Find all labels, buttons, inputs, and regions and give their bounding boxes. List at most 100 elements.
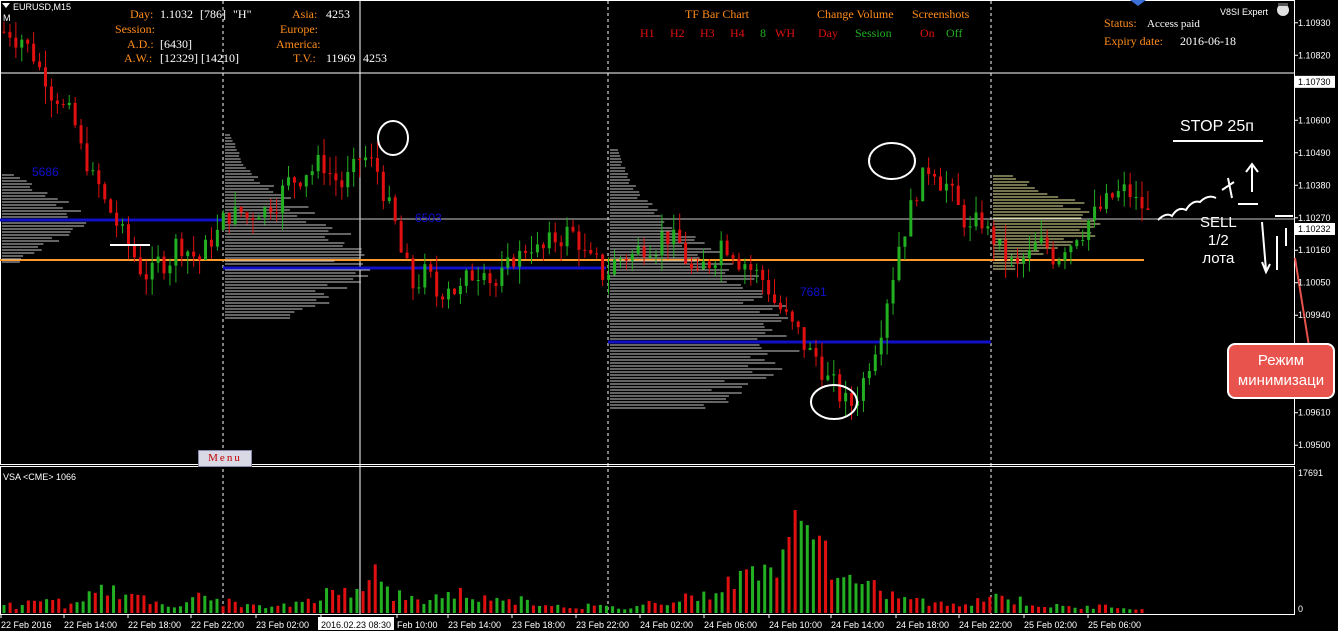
- ad-label: A.D.:: [127, 37, 154, 51]
- tf-wh[interactable]: WH: [775, 26, 795, 40]
- price-tick-label: 1.10160: [1298, 245, 1331, 255]
- volume-bar: [20, 605, 24, 613]
- day-count: [786]: [200, 7, 226, 21]
- volume-bar: [483, 595, 487, 613]
- volume-bar: [1067, 606, 1071, 613]
- chart-canvas[interactable]: 5686 6503 7681 1.10930 1.10820 1.10730 1.10…: [0, 0, 1338, 631]
- volume-bar: [318, 600, 322, 613]
- volume-bar: [1030, 605, 1034, 613]
- volume-bar: [379, 581, 383, 613]
- volume-bar: [525, 599, 529, 613]
- volume-bar: [112, 585, 116, 613]
- volume-bar: [264, 608, 268, 613]
- volume-bar: [233, 601, 237, 613]
- ss-off[interactable]: Off: [946, 26, 962, 40]
- day-flag: "H": [233, 7, 252, 21]
- tf-8[interactable]: 8: [760, 26, 766, 40]
- volume-bar: [732, 589, 736, 613]
- volume-bar: [1018, 596, 1022, 613]
- time-tick-label: 23 Feb 14:00: [448, 620, 501, 630]
- volume-bar: [51, 599, 55, 613]
- cv-day[interactable]: Day: [818, 26, 838, 40]
- ss-on[interactable]: On: [920, 26, 935, 40]
- symbol-sub: M: [3, 13, 11, 23]
- volume-bar: [726, 576, 730, 613]
- volume-bar: [398, 590, 402, 613]
- volume-bar: [671, 602, 675, 613]
- volume-bar: [197, 592, 201, 613]
- price-tick-label: 1.10270: [1298, 213, 1331, 223]
- price-tick: 1.10820: [1294, 50, 1331, 60]
- price-tick-label: 1.10930: [1298, 18, 1331, 28]
- tf-h3[interactable]: H3: [700, 26, 715, 40]
- volume-bar: [391, 600, 395, 613]
- volume-bar: [306, 598, 310, 613]
- volume-bar: [647, 600, 651, 613]
- volume-bar: [830, 579, 834, 613]
- volume-bar: [550, 605, 554, 613]
- volume-bar: [14, 609, 18, 613]
- day-label: Day:: [130, 7, 153, 21]
- time-tick-label: 22 Feb 22:00: [191, 620, 244, 630]
- sell-annotation: SELL 1/2 лота: [1200, 214, 1237, 268]
- volume-bar: [611, 606, 615, 613]
- time-tick-label: 23 Feb 02:00: [256, 620, 309, 630]
- tf-h1[interactable]: H1: [640, 26, 655, 40]
- sell-line-3: лота: [1202, 250, 1235, 267]
- volume-bar: [744, 569, 748, 613]
- aw-value: [12329] [14210]: [160, 51, 239, 65]
- status-value: Access paid: [1147, 18, 1200, 30]
- volume-bar: [148, 604, 152, 613]
- volume-bar: [872, 580, 876, 613]
- volume-bar: [1012, 604, 1016, 613]
- volume-bar: [282, 603, 286, 613]
- volume-bar: [574, 608, 578, 613]
- cv-session[interactable]: Session: [855, 26, 892, 40]
- price-tick: 1.10730: [1294, 75, 1335, 88]
- volume-bar: [239, 607, 243, 613]
- volume-axis-max: 17691: [1298, 468, 1323, 478]
- time-tick-label: 24 Feb 10:00: [769, 620, 822, 630]
- volume-bar: [178, 606, 182, 613]
- tf-h4[interactable]: H4: [730, 26, 745, 40]
- volume-bar: [221, 606, 225, 613]
- volume-bar: [93, 592, 97, 613]
- volume-bar: [592, 605, 596, 613]
- volume-axis-min: 0: [1298, 604, 1303, 614]
- volume-bar: [1037, 606, 1041, 613]
- volume-bar: [39, 601, 43, 613]
- menu-button[interactable]: Menu: [198, 450, 252, 467]
- volume-bar: [769, 567, 773, 613]
- volume-bar: [1085, 605, 1089, 613]
- expert-hat-icon: [1277, 3, 1289, 16]
- volume-bar: [708, 599, 712, 613]
- profile-label-c: 7681: [800, 285, 827, 299]
- volume-panel-title: VSA <CME> 1066: [3, 472, 76, 482]
- volume-bar: [215, 598, 219, 613]
- volume-bar: [465, 597, 469, 613]
- stop-annotation: STOP 25п: [1180, 118, 1254, 135]
- price-tick-label: 1.10730: [1298, 77, 1331, 87]
- volume-bar: [641, 604, 645, 613]
- volume-bar: [2, 605, 6, 613]
- volume-bar: [702, 591, 706, 613]
- volume-bar: [288, 606, 292, 613]
- volume-bar: [1043, 607, 1047, 613]
- volume-bar: [568, 608, 572, 613]
- volume-bar: [544, 605, 548, 613]
- volume-bar: [757, 580, 761, 613]
- tf-h2[interactable]: H2: [670, 26, 685, 40]
- volume-bar: [337, 594, 341, 613]
- volume-bar: [105, 595, 109, 613]
- volume-bar: [367, 580, 371, 613]
- asia-value: 4253: [326, 7, 350, 21]
- volume-bar: [458, 587, 462, 613]
- volume-bar: [580, 609, 584, 613]
- volume-bar: [501, 600, 505, 613]
- volume-bar: [8, 602, 12, 613]
- price-tick-label: 1.10050: [1298, 278, 1331, 288]
- volume-bar: [130, 593, 134, 613]
- price-tick: 1.10160: [1294, 245, 1331, 255]
- time-tick-label: 25 Feb 06:00: [1088, 620, 1141, 630]
- volume-bar: [81, 601, 85, 613]
